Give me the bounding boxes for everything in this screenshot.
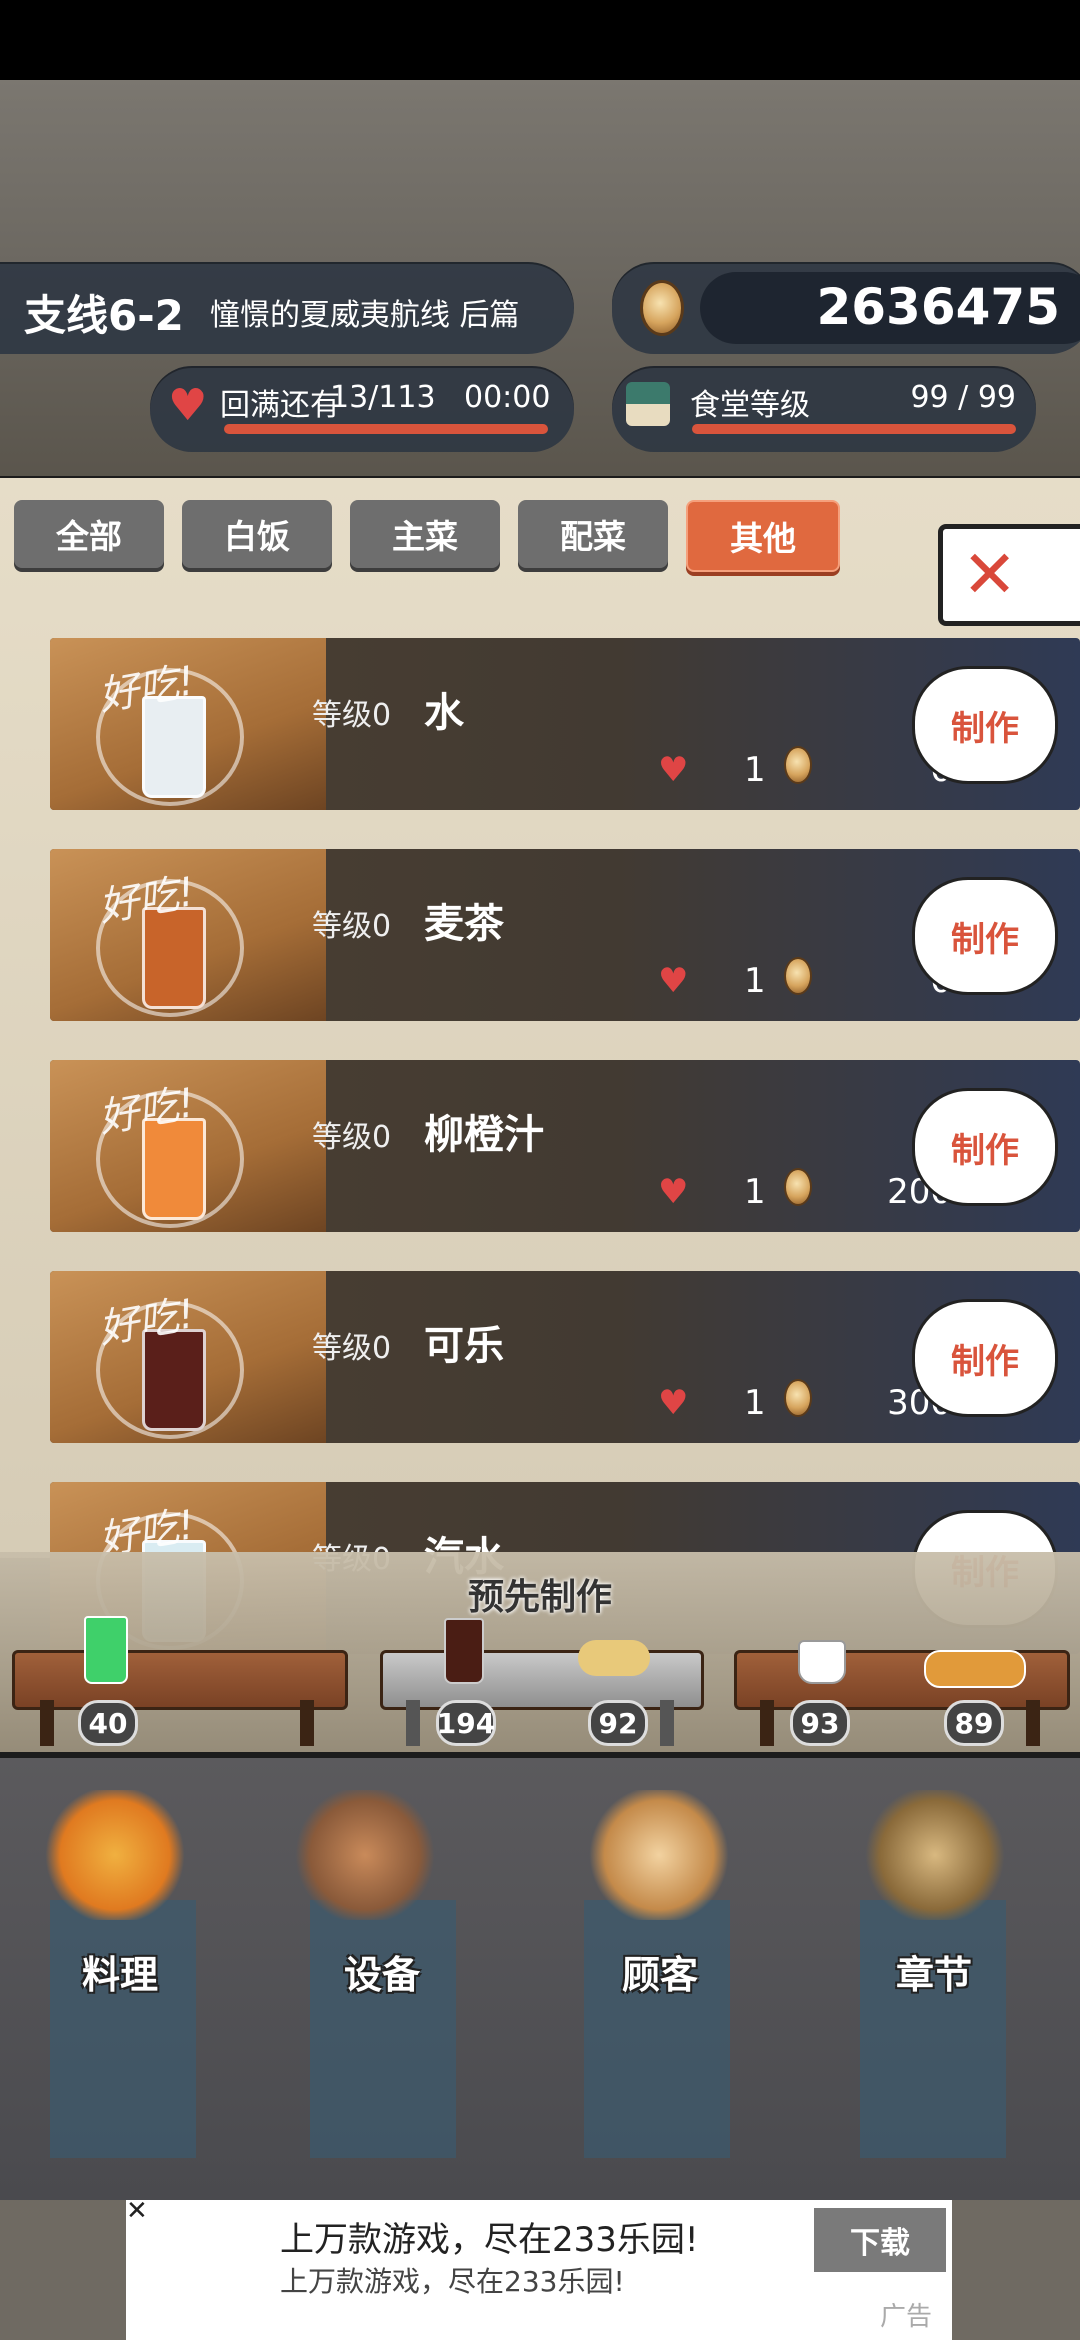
table-leg bbox=[40, 1700, 54, 1746]
recipe-row: 好吃! 等级0 柳橙汁 ♥ 1 200 制作 bbox=[50, 1060, 1080, 1232]
ad-title: 上万款游戏，尽在233乐园! bbox=[280, 2220, 699, 2260]
make-button[interactable]: 制作 bbox=[912, 1088, 1058, 1206]
melon-soda-icon[interactable] bbox=[84, 1616, 128, 1684]
menu-column bbox=[310, 1900, 456, 2158]
recipe-name: 柳橙汁 bbox=[424, 1112, 544, 1158]
canteen-level-value: 99 / 99 bbox=[910, 380, 1016, 415]
make-button[interactable]: 制作 bbox=[912, 666, 1058, 784]
recipe-level: 等级0 bbox=[312, 909, 392, 944]
recipe-hearts: 1 bbox=[744, 1383, 766, 1423]
tab-rice[interactable]: 白饭 bbox=[182, 500, 332, 568]
heart-icon: ♥ bbox=[658, 1383, 689, 1423]
recipe-level: 等级0 bbox=[312, 1120, 392, 1155]
energy-timer: 00:00 bbox=[464, 380, 551, 415]
make-button[interactable]: 制作 bbox=[912, 1299, 1058, 1417]
fried-fish-icon[interactable] bbox=[924, 1650, 1026, 1688]
prep-count: 92 bbox=[588, 1700, 648, 1746]
prep-title: 预先制作 bbox=[467, 1577, 612, 1618]
close-icon[interactable]: ✕ bbox=[962, 536, 1017, 613]
ad-subtitle: 上万款游戏，尽在233乐园! bbox=[280, 2265, 625, 2298]
coin-icon bbox=[784, 1168, 812, 1206]
coin-amount: 2636475 bbox=[816, 278, 1060, 336]
table-leg bbox=[1026, 1700, 1040, 1746]
customers-icon[interactable] bbox=[584, 1790, 734, 1920]
coin-icon bbox=[640, 280, 684, 336]
recipe-name: 可乐 bbox=[424, 1323, 504, 1369]
prep-count: 40 bbox=[78, 1700, 138, 1746]
recipe-row: 好吃! 等级0 水 ♥ 1 0 制作 bbox=[50, 638, 1080, 810]
menu-column bbox=[50, 1900, 196, 2158]
menu-column bbox=[860, 1900, 1006, 2158]
coffee-cup-icon[interactable] bbox=[798, 1640, 846, 1684]
table-leg bbox=[760, 1700, 774, 1746]
cooking-pot-icon[interactable] bbox=[40, 1790, 190, 1920]
recipe-row: 好吃! 等级0 可乐 ♥ 1 300 制作 bbox=[50, 1271, 1080, 1443]
prep-count: 89 bbox=[944, 1700, 1004, 1746]
table-leg bbox=[300, 1700, 314, 1746]
recipe-row: 好吃! 等级0 麦茶 ♥ 1 0 制作 bbox=[50, 849, 1080, 1021]
menu-equipment-label[interactable]: 设备 bbox=[344, 1944, 420, 1999]
menu-cooking-label[interactable]: 料理 bbox=[82, 1944, 158, 1999]
recipe-level: 等级0 bbox=[312, 1331, 392, 1366]
prep-count: 194 bbox=[436, 1700, 496, 1746]
cola-icon[interactable] bbox=[444, 1618, 484, 1684]
ad-mark: 广告 bbox=[880, 2302, 933, 2332]
prep-table bbox=[12, 1650, 348, 1710]
heart-icon: ♥ bbox=[658, 961, 689, 1001]
film-camera-icon[interactable] bbox=[860, 1790, 1010, 1920]
canteen-icon bbox=[626, 382, 670, 426]
energy-label: 回满还有 bbox=[220, 388, 340, 423]
tab-main-dish[interactable]: 主菜 bbox=[350, 500, 500, 568]
recipe-hearts: 1 bbox=[744, 961, 766, 1001]
table-leg bbox=[660, 1700, 674, 1746]
coin-icon bbox=[784, 746, 812, 784]
chapter-name: 憧憬的夏威夷航线 后篇 bbox=[210, 298, 520, 333]
table-leg bbox=[406, 1700, 420, 1746]
status-bar bbox=[0, 0, 1080, 80]
canteen-level-bar bbox=[692, 424, 1016, 434]
prep-count: 93 bbox=[790, 1700, 850, 1746]
energy-value: 13/113 bbox=[330, 380, 436, 415]
house-icon[interactable] bbox=[290, 1790, 440, 1920]
ad-close-icon[interactable]: ✕ bbox=[126, 2198, 150, 2224]
recipe-hearts: 1 bbox=[744, 1172, 766, 1212]
menu-column bbox=[584, 1900, 730, 2158]
tab-all[interactable]: 全部 bbox=[14, 500, 164, 568]
coin-icon bbox=[784, 957, 812, 995]
ad-download-button[interactable]: 下载 bbox=[814, 2208, 946, 2272]
prep-table bbox=[380, 1650, 704, 1710]
tab-other[interactable]: 其他 bbox=[686, 500, 840, 572]
recipe-level: 等级0 bbox=[312, 698, 392, 733]
canteen-level-label: 食堂等级 bbox=[690, 388, 810, 423]
recipe-hearts: 1 bbox=[744, 750, 766, 790]
heart-icon: ♥ bbox=[168, 380, 208, 431]
pudding-icon[interactable] bbox=[578, 1640, 650, 1676]
coin-icon bbox=[784, 1379, 812, 1417]
heart-icon: ♥ bbox=[658, 1172, 689, 1212]
energy-bar bbox=[224, 424, 548, 434]
chapter-code: 支线6-2 bbox=[24, 291, 184, 340]
recipe-name: 麦茶 bbox=[424, 901, 504, 947]
heart-icon: ♥ bbox=[658, 750, 689, 790]
menu-chapters-label[interactable]: 章节 bbox=[896, 1944, 972, 1999]
tab-side-dish[interactable]: 配菜 bbox=[518, 500, 668, 568]
menu-customers-label[interactable]: 顾客 bbox=[622, 1944, 698, 1999]
recipe-name: 水 bbox=[424, 690, 464, 736]
make-button[interactable]: 制作 bbox=[912, 877, 1058, 995]
